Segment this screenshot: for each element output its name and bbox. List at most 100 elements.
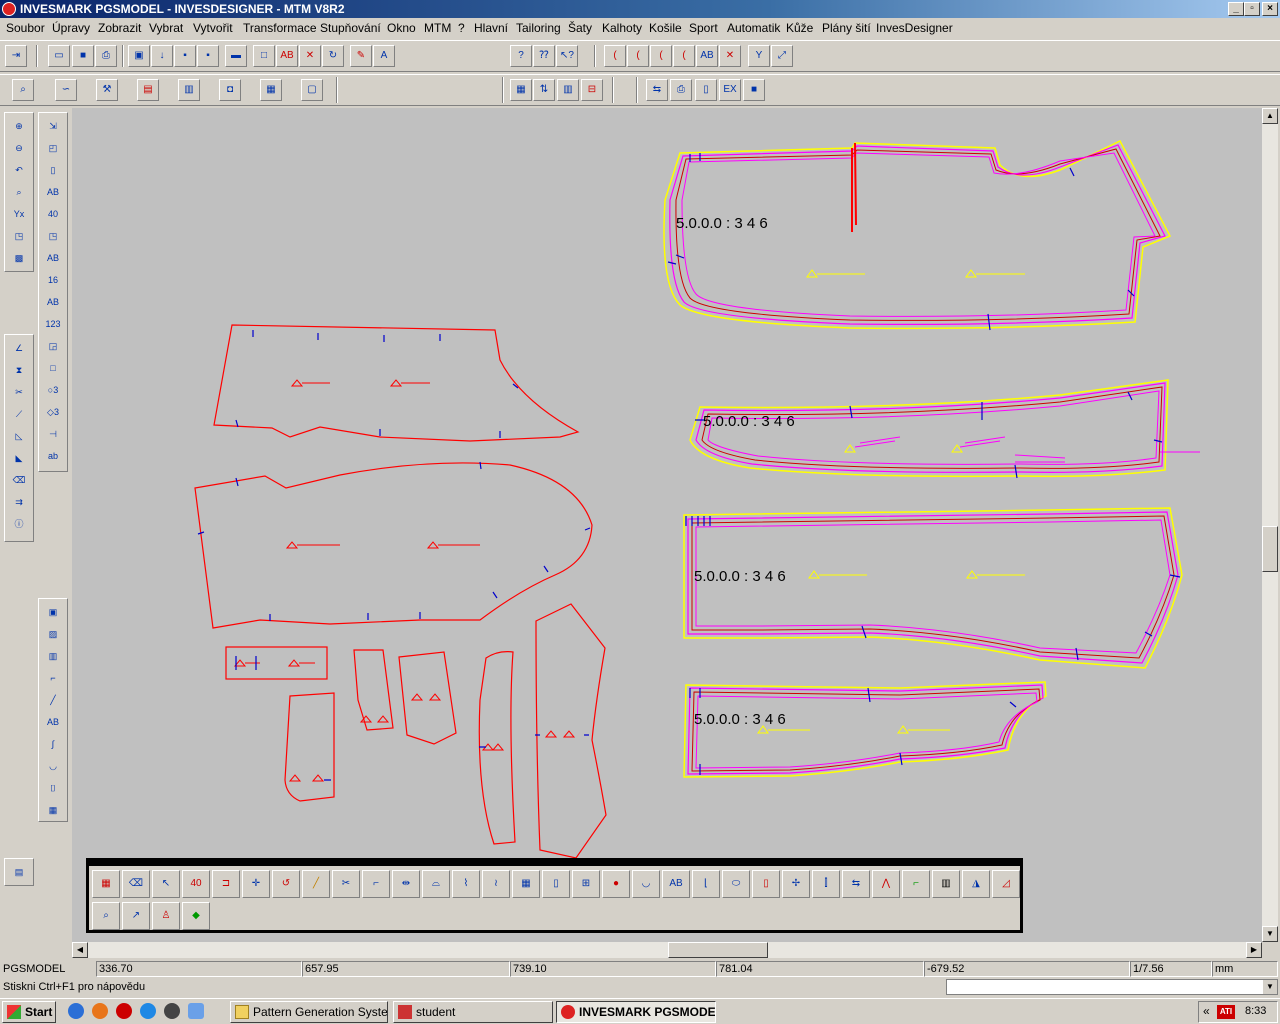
rect-icon[interactable]: □ <box>253 45 275 67</box>
curve-step-icon[interactable]: ∫ <box>43 734 63 754</box>
context-help-icon[interactable]: ⁇ <box>533 45 555 67</box>
ie-quicklaunch-icon[interactable] <box>140 1003 156 1019</box>
menu-sport[interactable]: Sport <box>689 21 718 35</box>
oval-icon[interactable]: ⬭ <box>722 870 750 898</box>
curve-cut-icon[interactable]: ⌇ <box>452 870 480 898</box>
desktop-quicklaunch-icon[interactable] <box>188 1003 204 1019</box>
media-player-quicklaunch-icon[interactable] <box>164 1003 180 1019</box>
menu-kuze[interactable]: Kůže <box>786 21 813 35</box>
layer-icon[interactable]: ▤ <box>9 862 29 882</box>
menu-mtm[interactable]: MTM <box>424 21 451 35</box>
menu-plany-siti[interactable]: Plány šití <box>822 21 871 35</box>
rotate-icon[interactable]: ↻ <box>322 45 344 67</box>
tool-icon[interactable]: ⚒ <box>96 79 118 101</box>
horizontal-scroll-thumb[interactable] <box>668 942 768 958</box>
pointer-icon[interactable]: ↖ <box>152 870 180 898</box>
scissors-icon[interactable]: ✂ <box>332 870 360 898</box>
search-piece-icon[interactable]: ⌕ <box>92 902 120 930</box>
scroll-left-icon[interactable]: ◀ <box>72 942 88 958</box>
tray-expand-icon[interactable]: « <box>1203 1004 1210 1018</box>
line-icon[interactable]: ╱ <box>43 690 63 710</box>
notch-icon[interactable]: ⊣ <box>43 424 63 444</box>
cut-line-icon[interactable]: ⟋ <box>9 404 29 424</box>
pattern-canvas[interactable]: 5.0.0.0 : 3 4 6 5.0.0.0 : 3 4 6 5.0.0.0 … <box>72 108 1262 942</box>
body-icon[interactable]: ♙ <box>152 902 180 930</box>
ab-stack-icon[interactable]: AB <box>662 870 690 898</box>
save-icon[interactable]: ■ <box>72 45 94 67</box>
text-edit-icon[interactable]: A <box>373 45 395 67</box>
menu-automatik[interactable]: Automatik <box>727 21 780 35</box>
marker-icon[interactable]: ◘ <box>219 79 241 101</box>
shirt-shape-icon[interactable]: ⌓ <box>422 870 450 898</box>
block2-icon[interactable]: ▪ <box>197 45 219 67</box>
piece-bounds-icon[interactable]: ▯ <box>43 160 63 180</box>
menu-vytvorit[interactable]: Vytvořit <box>193 21 233 35</box>
task-pattern-generation[interactable]: Pattern Generation System <box>230 1001 388 1023</box>
export-icon[interactable]: EX <box>719 79 741 101</box>
help-icon[interactable]: ? <box>510 45 532 67</box>
graded-piece-4[interactable] <box>683 681 1047 778</box>
diamond-3-icon[interactable]: ◇3 <box>43 402 63 422</box>
printer-icon[interactable]: ⎙ <box>670 79 692 101</box>
open-icon[interactable]: ▭ <box>48 45 70 67</box>
shape-arrange-icon[interactable]: ⊞ <box>572 870 600 898</box>
menu-transformace[interactable]: Transformace <box>243 21 317 35</box>
menu-stupnovani[interactable]: Stupňování <box>320 21 381 35</box>
split-icon[interactable]: ⊟ <box>581 79 603 101</box>
menu-zobrazit[interactable]: Zobrazit <box>98 21 141 35</box>
book-icon[interactable]: ▯ <box>695 79 717 101</box>
size-16-icon[interactable]: 16 <box>43 270 63 290</box>
axis-icon[interactable]: Y <box>748 45 770 67</box>
undo-view-icon[interactable]: ↶ <box>9 160 29 180</box>
menu-upravy[interactable]: Úpravy <box>52 21 90 35</box>
bars-icon[interactable]: ▥ <box>43 646 63 666</box>
piece-ab-icon[interactable]: AB <box>43 182 63 202</box>
eraser-icon[interactable]: ⌫ <box>122 870 150 898</box>
piece-index-icon[interactable]: ◲ <box>43 336 63 356</box>
label-ab-icon[interactable]: AB <box>276 45 298 67</box>
numbering-icon[interactable]: 123 <box>43 314 63 334</box>
piece-shape-icon[interactable]: ◳ <box>43 226 63 246</box>
menu-okno[interactable]: Okno <box>387 21 416 35</box>
crosshair-icon[interactable]: ✛ <box>242 870 270 898</box>
circle-3-icon[interactable]: ○3 <box>43 380 63 400</box>
palette-icon[interactable]: ▦ <box>92 870 120 898</box>
page-icon[interactable]: ▯ <box>542 870 570 898</box>
download-icon[interactable]: ↓ <box>151 45 173 67</box>
mirror-icon[interactable]: ⧗ <box>9 360 29 380</box>
ati-tray-icon[interactable]: ATI <box>1217 1005 1235 1019</box>
corner-icon[interactable]: ⌐ <box>362 870 390 898</box>
arc-icon[interactable]: ◡ <box>632 870 660 898</box>
resize-arrow-icon[interactable]: ⤢ <box>771 45 793 67</box>
comb-icon[interactable]: ▥ <box>932 870 960 898</box>
move-arrows-icon[interactable]: ⇅ <box>533 79 555 101</box>
fold-icon[interactable]: ◺ <box>9 426 29 446</box>
open-shape-icon[interactable]: ⊐ <box>212 870 240 898</box>
corner-green-icon[interactable]: ⌐ <box>902 870 930 898</box>
curve1-icon[interactable]: ( <box>604 45 626 67</box>
code-ab-icon[interactable]: ab <box>43 446 63 466</box>
size-40-icon[interactable]: 40 <box>43 204 63 224</box>
colors-icon[interactable]: ▩ <box>9 248 29 268</box>
fan-icon[interactable]: ◮ <box>962 870 990 898</box>
rotate-icon[interactable]: ↺ <box>272 870 300 898</box>
wave-icon[interactable]: ≀ <box>482 870 510 898</box>
piece-move-icon[interactable]: ⇲ <box>43 116 63 136</box>
piece-label-icon[interactable]: AB <box>43 248 63 268</box>
measure-angle-icon[interactable]: ∠ <box>9 338 29 358</box>
horizontal-scrollbar[interactable]: ◀ ▶ <box>72 942 1262 958</box>
vertical-scroll-thumb[interactable] <box>1262 526 1278 572</box>
task-student[interactable]: student <box>393 1001 553 1023</box>
graded-piece-1[interactable] <box>663 140 1172 330</box>
panel-icon[interactable]: ▢ <box>301 79 323 101</box>
ab-grid-icon[interactable]: AB <box>43 712 63 732</box>
cross-arrows-icon[interactable]: ✢ <box>782 870 810 898</box>
label-ab-cross-icon[interactable]: ✕ <box>299 45 321 67</box>
delete-cross-icon[interactable]: ✕ <box>719 45 741 67</box>
eraser-icon[interactable]: ⌫ <box>9 470 29 490</box>
menu-hlavni[interactable]: Hlavní <box>474 21 508 35</box>
task-invesmark[interactable]: INVESMARK PGSMODE... <box>556 1001 716 1023</box>
pen-icon[interactable]: ╱ <box>302 870 330 898</box>
firefox-quicklaunch-icon[interactable] <box>92 1003 108 1019</box>
curve3-icon[interactable]: ( <box>650 45 672 67</box>
